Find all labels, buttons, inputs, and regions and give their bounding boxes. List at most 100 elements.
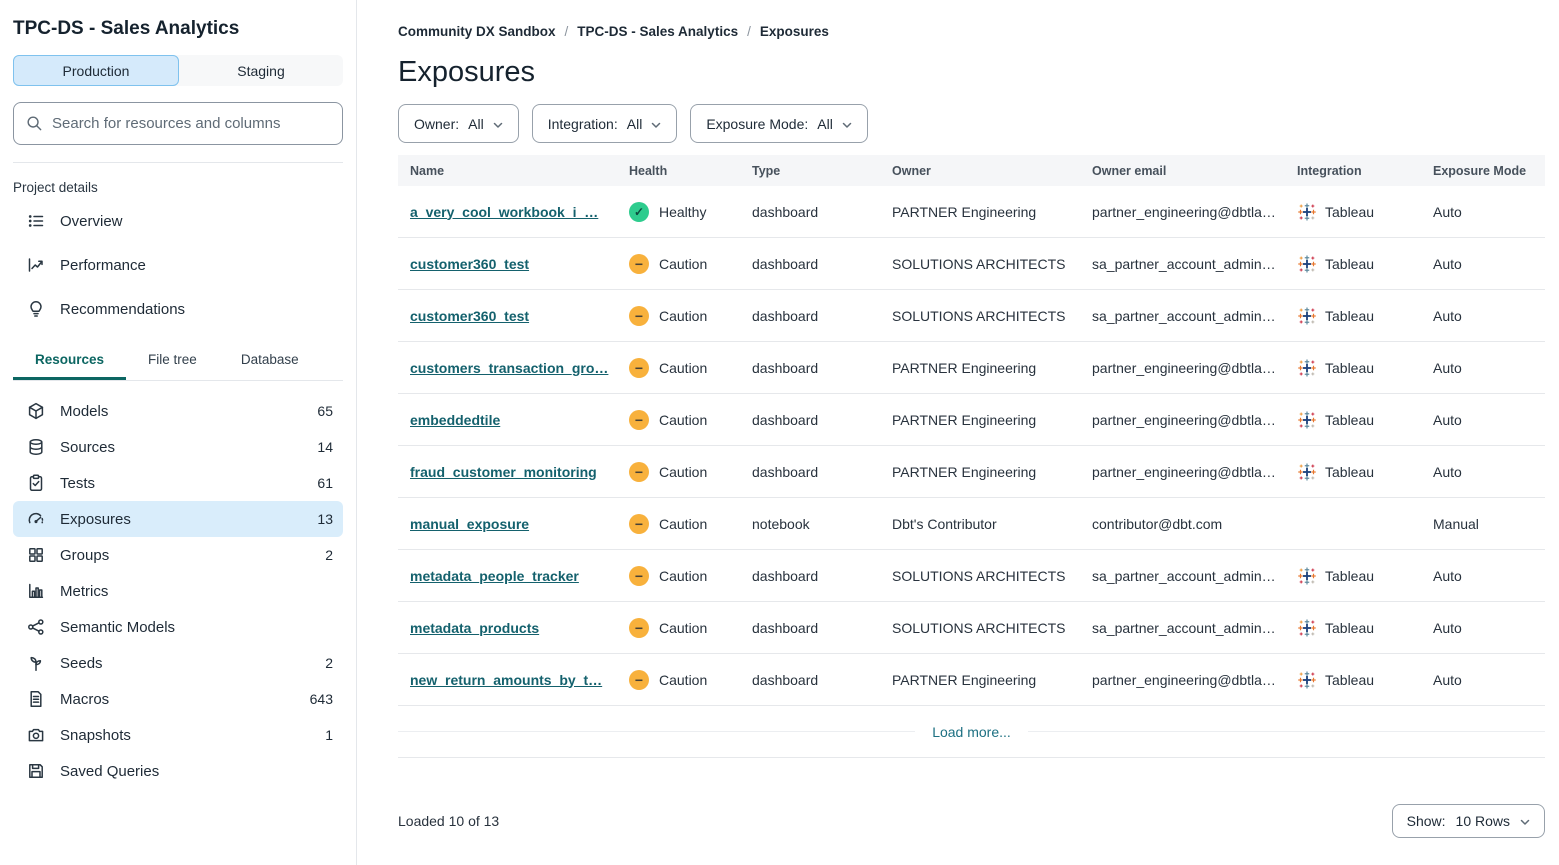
resource-count: 2 — [325, 547, 333, 563]
sidebar-item-performance[interactable]: Performance — [13, 243, 343, 287]
type-cell: notebook — [740, 516, 880, 532]
resource-count: 13 — [317, 511, 333, 527]
exposure-name-link[interactable]: metadata_people_tracker — [410, 568, 579, 584]
sidebar-item-macros[interactable]: Macros 643 — [13, 681, 343, 717]
network-icon — [27, 618, 45, 636]
filter-value: All — [817, 116, 833, 132]
exposure-mode-cell: Manual — [1421, 516, 1545, 532]
sidebar-item-exposures[interactable]: Exposures 13 — [13, 501, 343, 537]
resource-label: Macros — [60, 691, 109, 708]
integration-filter-button[interactable]: Integration: All — [532, 104, 678, 143]
table-row: metadata_people_tracker Caution dashboar… — [398, 550, 1545, 602]
table-row: manual_exposure Caution notebook Dbt's C… — [398, 498, 1545, 550]
type-cell: dashboard — [740, 204, 880, 220]
env-staging-button[interactable]: Staging — [179, 55, 343, 86]
exposure-mode-cell: Auto — [1421, 204, 1545, 220]
resource-count: 643 — [310, 691, 333, 707]
resource-label: Models — [60, 403, 108, 420]
tab-resources[interactable]: Resources — [13, 343, 126, 380]
exposure-mode-cell: Auto — [1421, 464, 1545, 480]
camera-icon — [27, 726, 45, 744]
show-value: 10 Rows — [1456, 813, 1510, 829]
tableau-icon — [1297, 410, 1317, 430]
load-more-row: Load more... — [398, 706, 1545, 758]
exposure-mode-cell: Auto — [1421, 568, 1545, 584]
exposure-name-link[interactable]: manual_exposure — [410, 516, 529, 532]
search-input[interactable] — [52, 115, 330, 132]
health-badge — [629, 410, 649, 430]
exposure-name-link[interactable]: metadata_products — [410, 620, 539, 636]
breadcrumb-project[interactable]: TPC-DS - Sales Analytics — [577, 24, 738, 39]
main-content: Community DX Sandbox / TPC-DS - Sales An… — [357, 0, 1559, 865]
owner-cell: SOLUTIONS ARCHITECTS — [880, 308, 1080, 324]
exposure-name-link[interactable]: customer360_test — [410, 256, 529, 272]
exposure-mode-filter-button[interactable]: Exposure Mode: All — [690, 104, 868, 143]
database-icon — [27, 438, 45, 456]
health-badge — [629, 358, 649, 378]
exposure-name-link[interactable]: new_return_amounts_by_t… — [410, 672, 602, 688]
sidebar-item-tests[interactable]: Tests 61 — [13, 465, 343, 501]
resource-label: Metrics — [60, 583, 108, 600]
filter-value: All — [627, 116, 643, 132]
tab-file-tree[interactable]: File tree — [126, 343, 219, 380]
filter-bar: Owner: All Integration: All Exposure Mod… — [398, 104, 1545, 143]
exposure-name-link[interactable]: embeddedtile — [410, 412, 500, 428]
sidebar-item-label: Overview — [60, 213, 123, 230]
owner-email-cell: partner_engineering@dbtla… — [1080, 204, 1285, 220]
exposure-name-link[interactable]: customer360_test — [410, 308, 529, 324]
app-window: TPC-DS - Sales Analytics Production Stag… — [0, 0, 1559, 865]
integration-cell: Tableau — [1285, 254, 1421, 274]
health-label: Caution — [659, 412, 707, 428]
env-production-button[interactable]: Production — [13, 55, 179, 86]
health-label: Caution — [659, 672, 707, 688]
resource-count: 14 — [317, 439, 333, 455]
sidebar-item-snapshots[interactable]: Snapshots 1 — [13, 717, 343, 753]
exposure-name-link[interactable]: a_very_cool_workbook_i_… — [410, 204, 598, 220]
table-row: fraud_customer_monitoring Caution dashbo… — [398, 446, 1545, 498]
rows-per-page-button[interactable]: Show: 10 Rows — [1392, 804, 1545, 838]
file-text-icon — [27, 690, 45, 708]
sidebar-item-models[interactable]: Models 65 — [13, 393, 343, 429]
filter-label: Owner: — [414, 116, 459, 132]
exposure-name-link[interactable]: fraud_customer_monitoring — [410, 464, 597, 480]
owner-filter-button[interactable]: Owner: All — [398, 104, 519, 143]
breadcrumb: Community DX Sandbox / TPC-DS - Sales An… — [398, 24, 1545, 39]
column-header-type: Type — [740, 164, 880, 178]
breadcrumb-account[interactable]: Community DX Sandbox — [398, 24, 556, 39]
cube-icon — [27, 402, 45, 420]
table-row: customer360_test Caution dashboard SOLUT… — [398, 290, 1545, 342]
project-nav: Overview Performance Recommendations — [13, 199, 343, 331]
exposure-name-link[interactable]: customers_transaction_gro… — [410, 360, 608, 376]
tableau-icon — [1297, 618, 1317, 638]
search-box[interactable] — [13, 102, 343, 145]
sidebar-item-sources[interactable]: Sources 14 — [13, 429, 343, 465]
owner-email-cell: contributor@dbt.com — [1080, 516, 1285, 532]
filter-value: All — [468, 116, 484, 132]
sidebar-item-metrics[interactable]: Metrics — [13, 573, 343, 609]
owner-email-cell: sa_partner_account_admin… — [1080, 308, 1285, 324]
health-label: Caution — [659, 464, 707, 480]
column-header-exposure-mode: Exposure Mode — [1421, 164, 1545, 178]
chevron-down-icon — [842, 121, 852, 129]
health-label: Caution — [659, 308, 707, 324]
sidebar-item-recommendations[interactable]: Recommendations — [13, 287, 343, 331]
health-label: Healthy — [659, 204, 706, 220]
resource-label: Seeds — [60, 655, 103, 672]
owner-cell: PARTNER Engineering — [880, 204, 1080, 220]
sidebar-item-semantic-models[interactable]: Semantic Models — [13, 609, 343, 645]
type-cell: dashboard — [740, 620, 880, 636]
health-badge — [629, 618, 649, 638]
project-title: TPC-DS - Sales Analytics — [13, 18, 343, 40]
load-more-link[interactable]: Load more... — [915, 724, 1028, 740]
type-cell: dashboard — [740, 672, 880, 688]
tableau-icon — [1297, 306, 1317, 326]
sidebar-item-groups[interactable]: Groups 2 — [13, 537, 343, 573]
sidebar-item-seeds[interactable]: Seeds 2 — [13, 645, 343, 681]
tab-database[interactable]: Database — [219, 343, 321, 380]
health-label: Caution — [659, 360, 707, 376]
grid-icon — [27, 546, 45, 564]
sidebar-item-saved-queries[interactable]: Saved Queries — [13, 753, 343, 789]
sidebar-item-overview[interactable]: Overview — [13, 199, 343, 243]
show-label: Show: — [1407, 813, 1446, 829]
integration-label: Tableau — [1325, 308, 1374, 324]
